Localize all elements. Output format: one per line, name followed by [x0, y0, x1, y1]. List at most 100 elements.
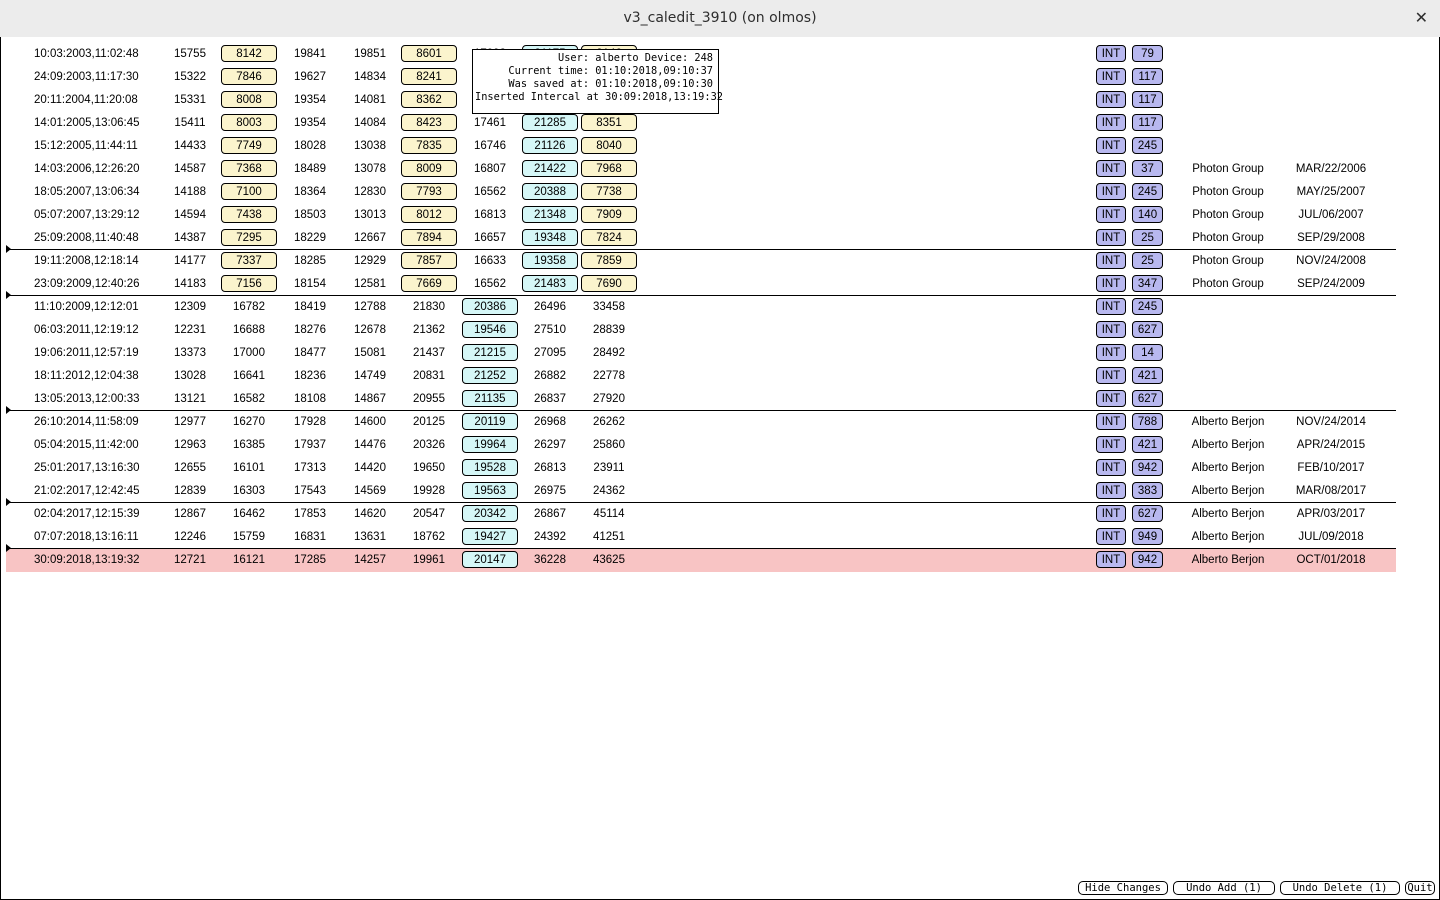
value-field[interactable]: 20386	[462, 298, 518, 315]
device-number-button[interactable]: 942	[1132, 551, 1163, 568]
table-row[interactable]: 07:07:2018,13:16:11 12246 15759 16831 13631 1…	[6, 526, 1396, 549]
value-field[interactable]: 7690	[581, 275, 637, 292]
type-tag-button[interactable]: INT	[1096, 551, 1126, 568]
type-tag-button[interactable]: INT	[1096, 505, 1126, 522]
type-tag-button[interactable]: INT	[1096, 91, 1126, 108]
group-marker-icon[interactable]	[6, 245, 11, 253]
undo-delete-button[interactable]: Undo Delete (1)	[1280, 881, 1400, 895]
type-tag-button[interactable]: INT	[1096, 206, 1126, 223]
device-number-button[interactable]: 117	[1132, 68, 1163, 85]
group-marker-icon[interactable]	[6, 291, 11, 299]
value-field[interactable]: 21252	[462, 367, 518, 384]
table-row[interactable]: 15:12:2005,11:44:11 14433 7749 18028 13038 78…	[6, 135, 1396, 158]
device-number-button[interactable]: 117	[1132, 91, 1163, 108]
table-row[interactable]: 23:09:2009,12:40:26 14183 7156 18154 12581 76…	[6, 273, 1396, 296]
group-marker-icon[interactable]	[6, 406, 11, 414]
type-tag-button[interactable]: INT	[1096, 68, 1126, 85]
device-number-button[interactable]: 421	[1132, 367, 1163, 384]
quit-button[interactable]: Quit	[1405, 881, 1435, 895]
value-field[interactable]: 8423	[401, 114, 457, 131]
value-field[interactable]: 19427	[462, 528, 518, 545]
value-field[interactable]: 21135	[462, 390, 518, 407]
device-number-button[interactable]: 245	[1132, 137, 1163, 154]
value-field[interactable]: 19528	[462, 459, 518, 476]
type-tag-button[interactable]: INT	[1096, 321, 1126, 338]
device-number-button[interactable]: 140	[1132, 206, 1163, 223]
value-field[interactable]: 7749	[221, 137, 277, 154]
value-field[interactable]: 21348	[522, 206, 578, 223]
value-field[interactable]: 8012	[401, 206, 457, 223]
table-row[interactable]: 11:10:2009,12:12:01 12309 16782 18419 12788 2…	[6, 296, 1396, 319]
value-field[interactable]: 7793	[401, 183, 457, 200]
device-number-button[interactable]: 25	[1132, 252, 1163, 269]
value-field[interactable]: 8351	[581, 114, 637, 131]
value-field[interactable]: 7894	[401, 229, 457, 246]
type-tag-button[interactable]: INT	[1096, 137, 1126, 154]
device-number-button[interactable]: 788	[1132, 413, 1163, 430]
type-tag-button[interactable]: INT	[1096, 298, 1126, 315]
type-tag-button[interactable]: INT	[1096, 275, 1126, 292]
value-field[interactable]: 7156	[221, 275, 277, 292]
value-field[interactable]: 7438	[221, 206, 277, 223]
value-field[interactable]: 20342	[462, 505, 518, 522]
value-field[interactable]: 7909	[581, 206, 637, 223]
table-row[interactable]: 25:01:2017,13:16:30 12655 16101 17313 14420 1…	[6, 457, 1396, 480]
value-field[interactable]: 7337	[221, 252, 277, 269]
table-row[interactable]: 18:11:2012,12:04:38 13028 16641 18236 14749 2…	[6, 365, 1396, 388]
type-tag-button[interactable]: INT	[1096, 528, 1126, 545]
type-tag-button[interactable]: INT	[1096, 252, 1126, 269]
device-number-button[interactable]: 942	[1132, 459, 1163, 476]
table-row[interactable]: 19:06:2011,12:57:19 13373 17000 18477 15081 2…	[6, 342, 1396, 365]
value-field[interactable]: 7846	[221, 68, 277, 85]
table-row[interactable]: 30:09:2018,13:19:32 12721 16121 17285 14257 1…	[6, 549, 1396, 572]
value-field[interactable]: 7669	[401, 275, 457, 292]
device-number-button[interactable]: 949	[1132, 528, 1163, 545]
table-row[interactable]: 06:03:2011,12:19:12 12231 16688 18276 12678 2…	[6, 319, 1396, 342]
value-field[interactable]: 20119	[462, 413, 518, 430]
type-tag-button[interactable]: INT	[1096, 344, 1126, 361]
table-row[interactable]: 13:05:2013,12:00:33 13121 16582 18108 14867 2…	[6, 388, 1396, 411]
value-field[interactable]: 21422	[522, 160, 578, 177]
value-field[interactable]: 7859	[581, 252, 637, 269]
device-number-button[interactable]: 627	[1132, 505, 1163, 522]
value-field[interactable]: 19348	[522, 229, 578, 246]
value-field[interactable]: 8241	[401, 68, 457, 85]
value-field[interactable]: 7857	[401, 252, 457, 269]
value-field[interactable]: 7295	[221, 229, 277, 246]
value-field[interactable]: 7100	[221, 183, 277, 200]
value-field[interactable]: 8362	[401, 91, 457, 108]
value-field[interactable]: 8008	[221, 91, 277, 108]
device-number-button[interactable]: 79	[1132, 45, 1163, 62]
table-row[interactable]: 25:09:2008,11:40:48 14387 7295 18229 12667 78…	[6, 227, 1396, 250]
type-tag-button[interactable]: INT	[1096, 229, 1126, 246]
value-field[interactable]: 19358	[522, 252, 578, 269]
device-number-button[interactable]: 383	[1132, 482, 1163, 499]
device-number-button[interactable]: 25	[1132, 229, 1163, 246]
group-marker-icon[interactable]	[6, 498, 11, 506]
device-number-button[interactable]: 627	[1132, 321, 1163, 338]
hide-changes-button[interactable]: Hide Changes	[1078, 881, 1168, 895]
type-tag-button[interactable]: INT	[1096, 183, 1126, 200]
type-tag-button[interactable]: INT	[1096, 390, 1126, 407]
close-icon[interactable]: ✕	[1415, 8, 1428, 27]
value-field[interactable]: 7368	[221, 160, 277, 177]
value-field[interactable]: 21483	[522, 275, 578, 292]
value-field[interactable]: 8009	[401, 160, 457, 177]
value-field[interactable]: 7824	[581, 229, 637, 246]
type-tag-button[interactable]: INT	[1096, 114, 1126, 131]
value-field[interactable]: 21285	[522, 114, 578, 131]
device-number-button[interactable]: 117	[1132, 114, 1163, 131]
undo-add-button[interactable]: Undo Add (1)	[1173, 881, 1275, 895]
type-tag-button[interactable]: INT	[1096, 413, 1126, 430]
table-row[interactable]: 14:01:2005,13:06:45 15411 8003 19354 14084 84…	[6, 112, 1396, 135]
value-field[interactable]: 7968	[581, 160, 637, 177]
value-field[interactable]: 19546	[462, 321, 518, 338]
device-number-button[interactable]: 245	[1132, 298, 1163, 315]
device-number-button[interactable]: 347	[1132, 275, 1163, 292]
type-tag-button[interactable]: INT	[1096, 45, 1126, 62]
table-row[interactable]: 14:03:2006,12:26:20 14587 7368 18489 13078 80…	[6, 158, 1396, 181]
table-row[interactable]: 02:04:2017,12:15:39 12867 16462 17853 14620 2…	[6, 503, 1396, 526]
group-marker-icon[interactable]	[6, 544, 11, 552]
value-field[interactable]: 21215	[462, 344, 518, 361]
type-tag-button[interactable]: INT	[1096, 367, 1126, 384]
